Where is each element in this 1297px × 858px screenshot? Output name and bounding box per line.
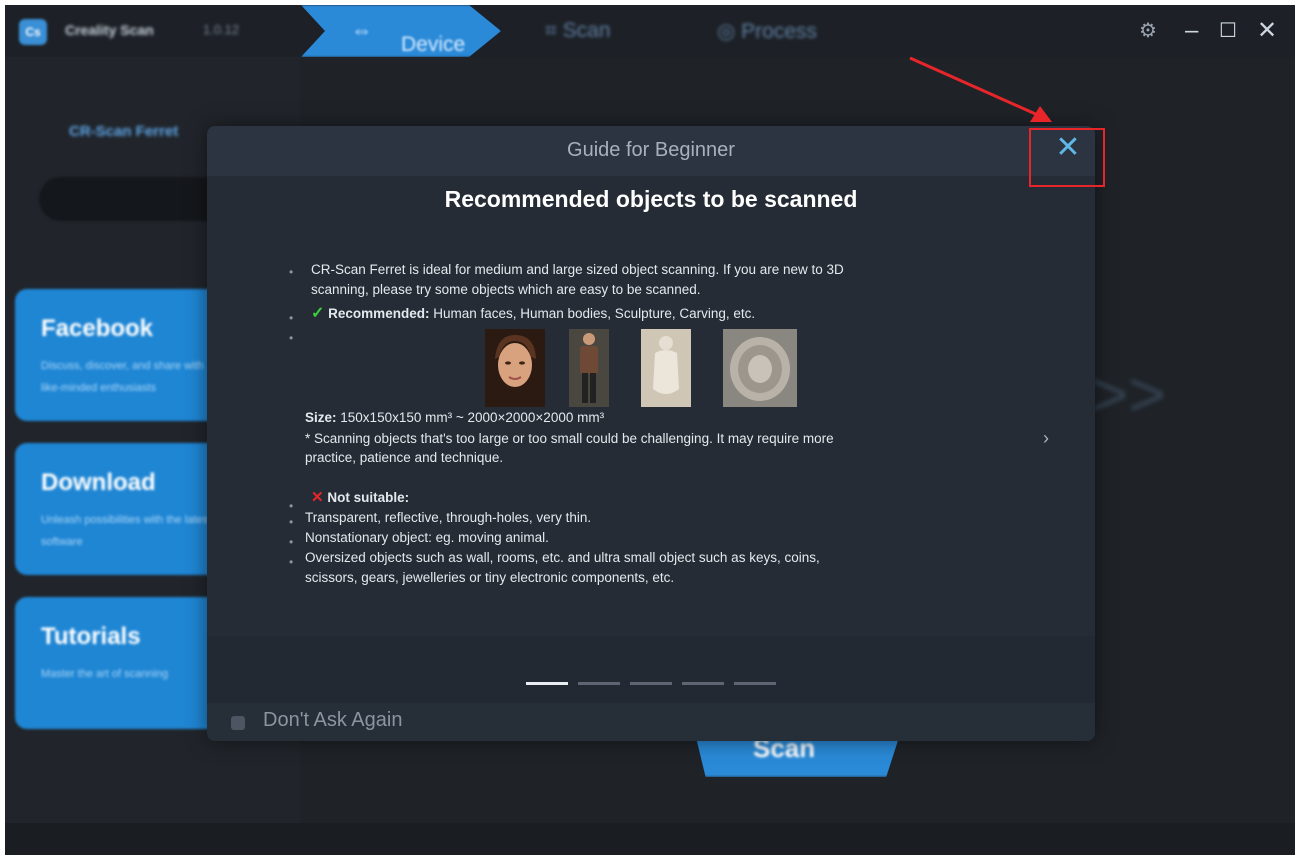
nav-tab-device[interactable]: ⇔ Device	[301, 5, 501, 57]
page-indicator	[207, 682, 1095, 688]
app-logo-icon: Cs	[19, 19, 47, 45]
chevron-right-icon: >>	[1091, 358, 1166, 430]
dont-ask-again-label[interactable]: Don't Ask Again	[263, 709, 402, 732]
page-indicator-4[interactable]	[682, 682, 724, 685]
window-close-button[interactable]: ✕	[1257, 15, 1277, 47]
intro-text-line-2: scanning, please try some objects which …	[311, 282, 701, 297]
dialog-footer: Don't Ask Again	[207, 703, 1095, 741]
recommended-line: ✓ Recommended: Human faces, Human bodies…	[311, 304, 755, 324]
bullet: •	[289, 331, 294, 345]
title-bar: Cs Creality Scan 1.0.12 ⇔ Device ⌗ Scan …	[5, 5, 1295, 57]
tutorials-card-desc: Master the art of scanning	[41, 668, 169, 680]
download-card-title: Download	[41, 469, 156, 496]
dialog-title: Guide for Beginner	[567, 139, 735, 161]
not-suitable-item-1: Transparent, reflective, through-holes, …	[305, 510, 592, 525]
status-bar	[5, 823, 1295, 855]
page-indicator-2[interactable]	[578, 682, 620, 685]
intro-text-line-1: CR-Scan Ferret is ideal for medium and l…	[311, 262, 844, 277]
not-suitable-heading: ✕ Not suitable:	[311, 488, 409, 508]
maximize-button[interactable]: ☐	[1219, 15, 1237, 47]
bullet: •	[289, 311, 294, 325]
facebook-card-title: Facebook	[41, 315, 154, 342]
thumbnail-human-face	[485, 329, 545, 407]
page-indicator-1[interactable]	[526, 682, 568, 685]
size-note-line-2: practice, patience and technique.	[305, 450, 504, 465]
page-indicator-5[interactable]	[734, 682, 776, 685]
thumbnail-sculpture	[641, 329, 691, 407]
facebook-card-desc: Discuss, discover, and share with like-m…	[41, 360, 204, 394]
cross-icon: ✕	[311, 489, 324, 506]
not-suitable-item-2: Nonstationary object: eg. moving animal.	[305, 530, 549, 545]
size-line: Size: 150x150x150 mm³ ~ 2000×2000×2000 m…	[305, 408, 604, 428]
bullet: •	[289, 555, 294, 569]
download-card-desc: Unleash possibilities with the latest so…	[41, 514, 211, 548]
recommended-items: Human faces, Human bodies, Sculpture, Ca…	[433, 306, 756, 321]
size-note-line-1: * Scanning objects that's too large or t…	[305, 431, 834, 446]
page-indicator-3[interactable]	[630, 682, 672, 685]
next-page-arrow-icon[interactable]: ›	[1043, 428, 1049, 449]
nav-tab-process[interactable]: ◎ Process	[717, 19, 817, 44]
dialog-pager-band	[207, 636, 1095, 703]
bullet: •	[289, 515, 294, 529]
nav-tab-scan[interactable]: ⌗ Scan	[545, 19, 611, 43]
device-name: CR-Scan Ferret	[69, 123, 179, 140]
not-suitable-item-3-line-1: Oversized objects such as wall, rooms, e…	[305, 550, 820, 565]
thumbnail-human-body	[569, 329, 609, 407]
guide-page-title: Recommended objects to be scanned	[444, 186, 858, 212]
minimize-button[interactable]: –	[1185, 15, 1198, 47]
not-suitable-item-3-line-2: scissors, gears, jewelleries or tiny ele…	[305, 570, 675, 585]
app-version: 1.0.12	[203, 22, 240, 37]
recommended-label: Recommended:	[328, 306, 430, 321]
dialog-header: Guide for Beginner	[207, 126, 1095, 176]
size-value: 150x150x150 mm³ ~ 2000×2000×2000 mm³	[340, 410, 605, 425]
app-name: Creality Scan	[65, 22, 154, 38]
close-button-highlight-box	[1029, 128, 1105, 187]
size-label: Size:	[305, 410, 337, 425]
tutorials-card-title: Tutorials	[41, 623, 141, 650]
bullet: •	[289, 535, 294, 549]
gear-icon[interactable]: ⚙	[1139, 15, 1157, 47]
nav-tab-device-label: ⇔ Device	[351, 19, 466, 56]
thumbnail-carving	[723, 329, 797, 407]
dont-ask-again-checkbox[interactable]	[231, 716, 245, 730]
check-icon: ✓	[311, 305, 325, 322]
beginner-guide-dialog: Guide for Beginner ✕ Recommended objects…	[207, 126, 1105, 741]
not-suitable-label: Not suitable:	[327, 490, 410, 505]
bullet: •	[289, 265, 294, 279]
app-window: Cs Creality Scan 1.0.12 ⇔ Device ⌗ Scan …	[5, 5, 1295, 855]
